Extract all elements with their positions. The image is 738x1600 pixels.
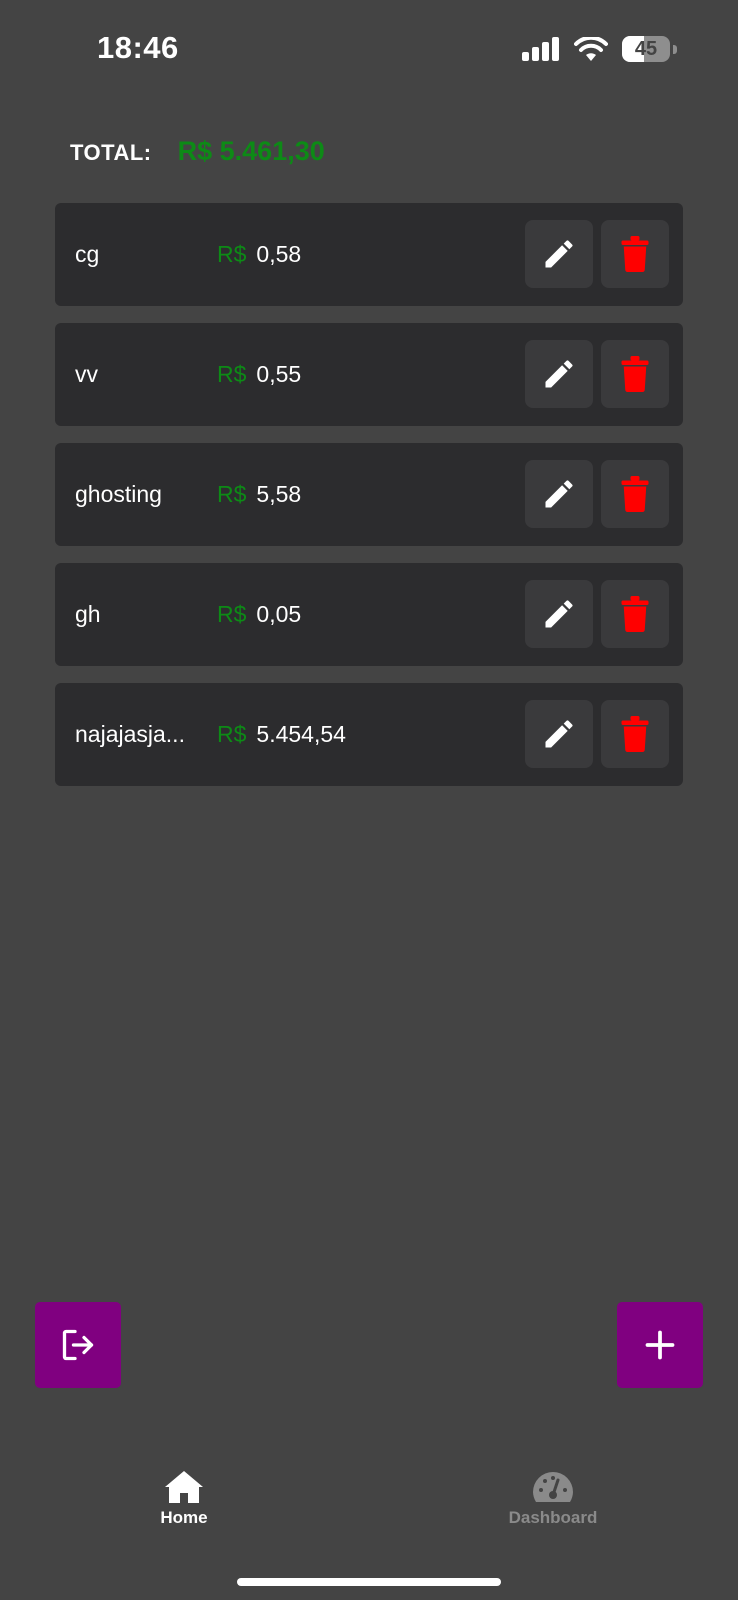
list-item: ghosting R$ 5,58 <box>55 443 683 546</box>
battery-icon: 45 <box>622 36 677 62</box>
pencil-icon <box>545 240 573 268</box>
plus-icon <box>645 1330 675 1360</box>
tab-dashboard-label: Dashboard <box>508 1508 598 1527</box>
list-item: cg R$ 0,58 <box>55 203 683 306</box>
total-label: TOTAL: <box>70 140 152 165</box>
delete-button[interactable] <box>601 220 669 288</box>
item-amount: R$ 0,58 <box>217 203 301 306</box>
amount-value: 0,05 <box>256 601 302 627</box>
currency-label: R$ <box>217 481 247 507</box>
list-item: najajasja... R$ 5.454,54 <box>55 683 683 786</box>
amount-value: 0,58 <box>256 241 302 267</box>
item-amount: R$ 5,58 <box>217 443 301 546</box>
list-item: vv R$ 0,55 <box>55 323 683 426</box>
list-item: gh R$ 0,05 <box>55 563 683 666</box>
item-amount: R$ 5.454,54 <box>217 683 346 786</box>
home-indicator <box>237 1578 501 1586</box>
expense-list: cg R$ 0,58 vv R$ 0,55 ghosting R$ 5,58 g… <box>55 203 683 803</box>
delete-button[interactable] <box>601 580 669 648</box>
tab-dashboard[interactable]: Dashboard <box>473 1470 633 1528</box>
bottom-nav: Home Dashboard <box>0 1470 738 1550</box>
logout-icon <box>62 1329 94 1361</box>
amount-value: 5.454,54 <box>256 721 346 747</box>
battery-level: 45 <box>634 38 658 60</box>
tab-home-label: Home <box>160 1508 208 1527</box>
currency-label: R$ <box>217 721 247 747</box>
delete-button[interactable] <box>601 460 669 528</box>
pencil-icon <box>545 360 573 388</box>
edit-button[interactable] <box>525 460 593 528</box>
edit-button[interactable] <box>525 700 593 768</box>
amount-value: 0,55 <box>256 361 302 387</box>
trash-icon <box>621 236 649 272</box>
trash-icon <box>621 356 649 392</box>
tab-home[interactable]: Home <box>104 1470 264 1528</box>
item-name: ghosting <box>75 481 162 507</box>
delete-button[interactable] <box>601 700 669 768</box>
logout-button[interactable] <box>35 1302 121 1388</box>
item-name: cg <box>75 241 100 267</box>
edit-button[interactable] <box>525 220 593 288</box>
edit-button[interactable] <box>525 340 593 408</box>
add-button[interactable] <box>617 1302 703 1388</box>
dashboard-gauge-icon <box>533 1472 573 1502</box>
trash-icon <box>621 716 649 752</box>
pencil-icon <box>545 600 573 628</box>
currency-label: R$ <box>217 361 247 387</box>
status-time: 18:46 <box>97 30 179 65</box>
pencil-icon <box>545 480 573 508</box>
status-icons: 45 <box>522 36 677 62</box>
total-row: TOTAL: R$ 5.461,30 <box>70 136 325 167</box>
item-name: najajasja... <box>75 721 185 747</box>
item-amount: R$ 0,55 <box>217 323 301 426</box>
item-name: vv <box>75 361 98 387</box>
total-value: R$ 5.461,30 <box>177 136 325 166</box>
delete-button[interactable] <box>601 340 669 408</box>
status-bar: 18:46 45 <box>0 0 738 100</box>
trash-icon <box>621 476 649 512</box>
trash-icon <box>621 596 649 632</box>
edit-button[interactable] <box>525 580 593 648</box>
item-name: gh <box>75 601 101 627</box>
item-amount: R$ 0,05 <box>217 563 301 666</box>
amount-value: 5,58 <box>256 481 302 507</box>
currency-label: R$ <box>217 601 247 627</box>
signal-icon <box>522 37 559 61</box>
currency-label: R$ <box>217 241 247 267</box>
home-icon <box>165 1471 203 1503</box>
wifi-icon <box>574 37 608 61</box>
pencil-icon <box>545 720 573 748</box>
